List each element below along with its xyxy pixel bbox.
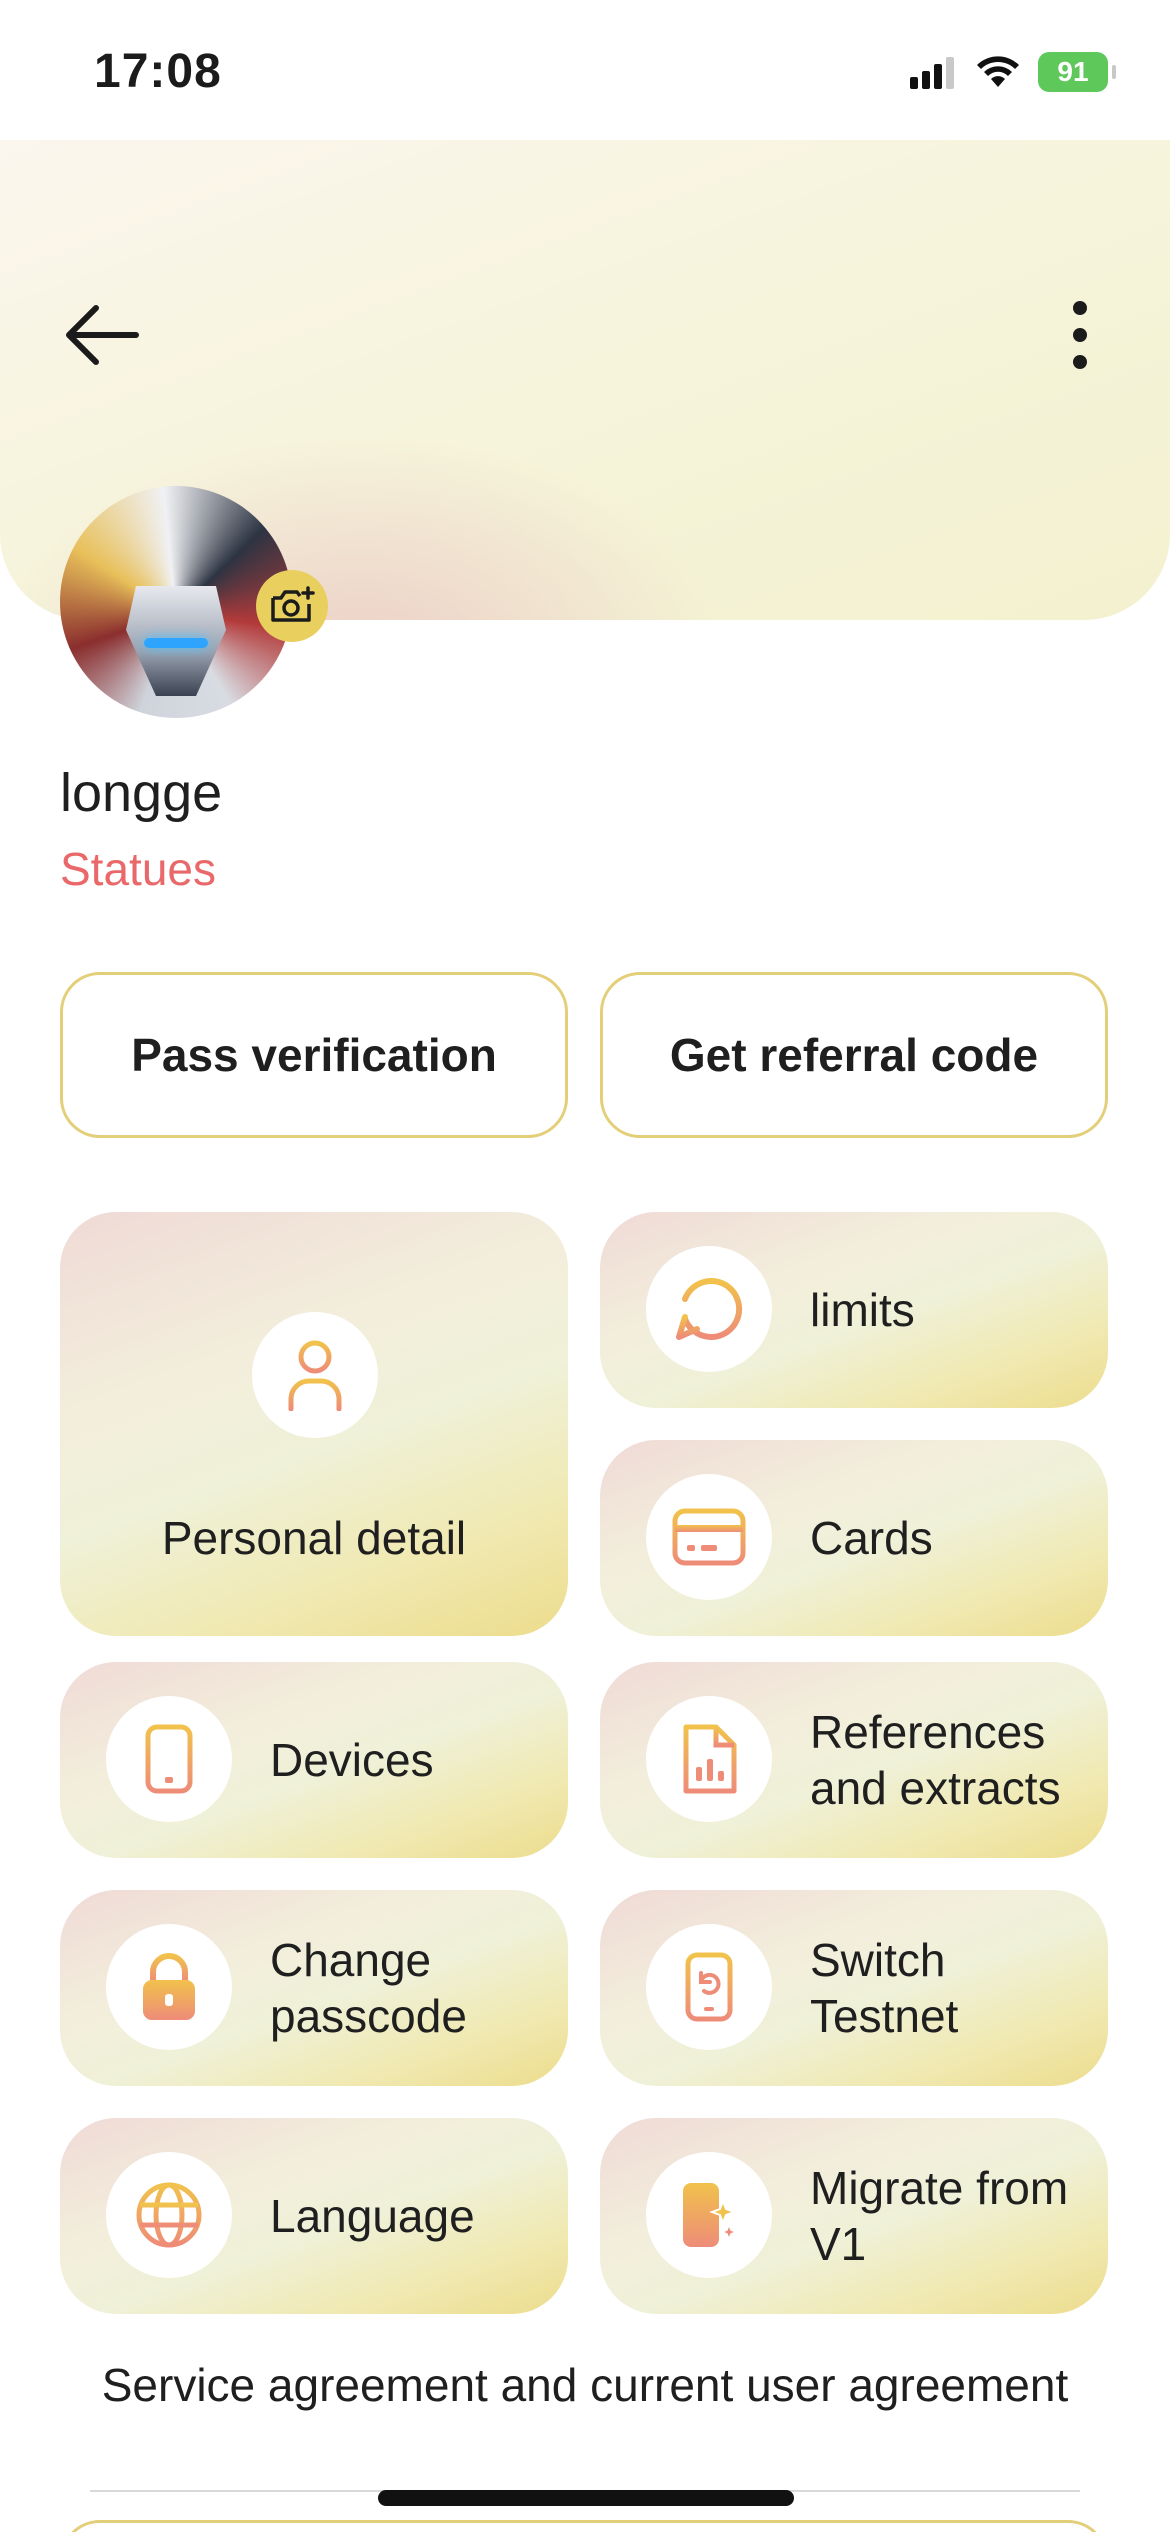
more-vertical-icon: [1060, 298, 1100, 372]
tile-migrate-from-v1[interactable]: Migrate from V1: [600, 2118, 1108, 2314]
change-avatar-button[interactable]: [256, 570, 328, 642]
wifi-icon: [976, 55, 1020, 89]
back-button[interactable]: [62, 298, 142, 372]
tile-label: Cards: [810, 1512, 933, 1564]
bottom-button-partial[interactable]: [60, 2520, 1108, 2532]
tile-label: Language: [270, 2190, 475, 2242]
arrow-left-icon: [62, 298, 142, 372]
tile-personal-detail[interactable]: Personal detail: [60, 1212, 568, 1636]
status-icons: 91: [910, 52, 1116, 92]
tile-label: Switch Testnet: [810, 1934, 959, 2042]
icon-circle: [646, 2152, 772, 2278]
icon-circle: [106, 1696, 232, 1822]
status-time: 17:08: [94, 45, 222, 98]
lock-icon: [139, 1950, 199, 2024]
tile-cards[interactable]: Cards: [600, 1440, 1108, 1636]
icon-circle: [646, 1474, 772, 1600]
smartphone-icon: [144, 1723, 194, 1795]
phone-sparkle-icon: [679, 2179, 739, 2251]
tile-language[interactable]: Language: [60, 2118, 568, 2314]
battery-indicator: 91: [1038, 52, 1116, 92]
icon-circle: [106, 2152, 232, 2278]
globe-icon: [133, 2179, 205, 2251]
phone-refresh-icon: [684, 1951, 734, 2023]
avatar-eyes: [144, 638, 208, 648]
status-bar: 17:08 91: [0, 0, 1170, 140]
more-options-button[interactable]: [1060, 298, 1100, 372]
tile-label: limits: [810, 1284, 915, 1336]
tile-switch-testnet[interactable]: Switch Testnet: [600, 1890, 1108, 2086]
icon-circle: [646, 1696, 772, 1822]
battery-level: 91: [1057, 56, 1089, 87]
refresh-icon: [671, 1273, 747, 1345]
user-icon: [285, 1339, 345, 1411]
pass-verification-button[interactable]: Pass verification: [60, 972, 568, 1138]
tile-limits[interactable]: limits: [600, 1212, 1108, 1408]
tile-change-passcode[interactable]: Change passcode: [60, 1890, 568, 2086]
credit-card-icon: [671, 1507, 747, 1567]
icon-circle: [646, 1246, 772, 1372]
tile-label: References and extracts: [810, 1706, 1061, 1814]
tile-label: Change passcode: [270, 1934, 467, 2042]
icon-circle: [646, 1924, 772, 2050]
user-status: Statues: [60, 843, 216, 895]
camera-add-icon: [269, 586, 315, 626]
tile-label: Personal detail: [161, 1512, 467, 1564]
tile-references-and-extracts[interactable]: References and extracts: [600, 1662, 1108, 1858]
document-chart-icon: [680, 1723, 738, 1795]
icon-circle: [252, 1312, 378, 1438]
user-name: longge: [60, 763, 223, 823]
tile-label: Devices: [270, 1734, 434, 1786]
signal-icon: [910, 55, 958, 89]
icon-circle: [106, 1924, 232, 2050]
service-agreement-link[interactable]: Service agreement and current user agree…: [90, 2356, 1080, 2414]
get-referral-code-button[interactable]: Get referral code: [600, 972, 1108, 1138]
home-indicator: [378, 2490, 794, 2506]
tile-devices[interactable]: Devices: [60, 1662, 568, 1858]
profile-screen: 17:08 91 longge Statues Pass verificatio…: [0, 0, 1170, 2532]
tile-label: Migrate from V1: [810, 2162, 1069, 2270]
